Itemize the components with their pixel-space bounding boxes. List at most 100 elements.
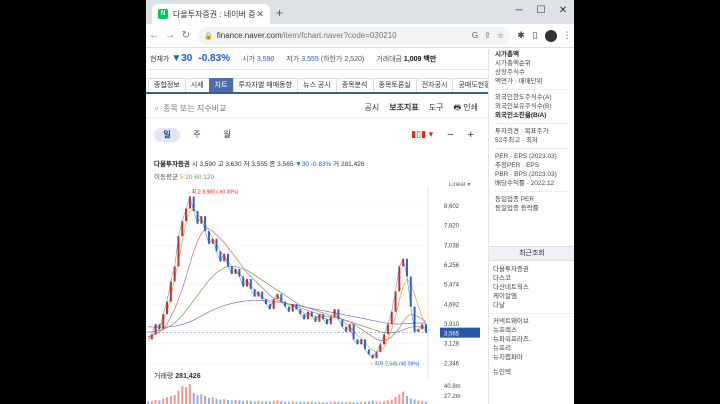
open-price: 시가 3,590 <box>242 55 275 63</box>
recent-item[interactable]: 뉴프리 <box>489 344 574 353</box>
info-item: 시가총액순위 <box>495 60 531 67</box>
browser-tab[interactable]: N 다올투자증권 : 네이버 증권 ✕ <box>152 4 270 24</box>
max-price-annotation: ↓ 최고 8,980 (-60.30%) <box>188 189 239 196</box>
info-item: 상장주식수 <box>495 69 525 76</box>
recent-item[interactable]: 다날 <box>489 301 574 310</box>
compare-search-input[interactable] <box>163 104 274 113</box>
profile-avatar[interactable] <box>545 29 557 42</box>
current-price-label: 3,565 <box>444 332 460 338</box>
sidepanel-icon[interactable]: ▯ <box>528 30 542 41</box>
forward-icon[interactable]: → <box>162 30 178 41</box>
recent-item[interactable]: 뉴지랩파마 <box>489 353 574 362</box>
low-price: 저가 3,555 (하한가 2,520) <box>286 55 365 63</box>
maximize-button[interactable]: ☐ <box>530 0 552 24</box>
period-week[interactable]: 주 <box>184 128 210 142</box>
tab-discussion[interactable]: 종목토론실 <box>372 78 417 92</box>
market-cap-section: 시가총액 시가총액순위 상장주식수 액면가 · 매매단위 외국인한도주식수(A)… <box>489 48 574 215</box>
tools-button[interactable]: 도구 <box>429 102 444 116</box>
recent-item[interactable]: 다산네트웍스 <box>489 283 574 292</box>
change-rate: -0.83% <box>198 53 231 64</box>
volume-bar <box>192 392 195 404</box>
volume-bar <box>181 386 184 404</box>
omnibox-icons: G ⇪ ☆ <box>472 31 504 40</box>
y-tick-label: 4,692 <box>444 302 460 308</box>
url-input[interactable]: 🔒 finance.naver.com/item/fchart.naver?co… <box>198 26 510 45</box>
recent-item[interactable]: 뉴파워프라즈.. <box>489 335 574 344</box>
new-tab-button[interactable]: + <box>276 6 283 20</box>
google-icon[interactable]: G <box>472 31 478 40</box>
info-item[interactable]: 동일업종 등락률 <box>495 204 568 213</box>
tab-news[interactable]: 뉴스 공시 <box>297 78 337 92</box>
tab-analysis[interactable]: 종목분석 <box>335 78 374 92</box>
volume-label-row: 거래량 281,426 <box>154 373 201 380</box>
candle-type-icon[interactable]: ▮▯▮ ▾ <box>411 129 433 141</box>
recent-item[interactable]: 케이알엠 <box>489 292 574 301</box>
price-change: ▼30 <box>171 53 193 64</box>
volume-bar <box>390 399 393 404</box>
info-item: 외국인보유주식수(B) <box>495 103 552 110</box>
back-icon[interactable]: ← <box>146 30 162 41</box>
recent-item[interactable]: 뉴인텍 <box>489 368 574 377</box>
tab-chart[interactable]: 차트 <box>208 78 234 92</box>
y-tick-label: 2,346 <box>444 361 460 367</box>
print-icon: 🖶 <box>453 102 462 112</box>
info-item[interactable]: 동일업종 PER <box>495 195 568 204</box>
share-icon[interactable]: ⇪ <box>484 31 491 40</box>
price-chart[interactable]: Linear ▾ 8,602 7,820 7,038 6,256 5,474 4,692 3,… <box>146 176 488 404</box>
volume-bar <box>188 384 191 404</box>
recent-item[interactable]: 다스코 <box>489 274 574 283</box>
divider <box>495 123 568 124</box>
tab-close-icon[interactable]: ✕ <box>256 9 264 20</box>
search-icon: ⌕ <box>154 103 160 113</box>
recent-item[interactable]: 뉴프렉스 <box>489 326 574 335</box>
zoom-out-icon[interactable]: − <box>447 129 453 141</box>
recent-item[interactable]: 다올투자증권 <box>489 265 574 274</box>
volume-bar <box>173 395 176 404</box>
close-window-button[interactable]: ✕ <box>552 0 574 24</box>
y-tick-label: 7,038 <box>444 243 460 249</box>
info-item[interactable]: 추정PER · EPS <box>495 161 568 170</box>
zoom-in-icon[interactable]: + <box>468 129 474 141</box>
tab-investor[interactable]: 투자자별 매매동향 <box>232 78 299 92</box>
info-item[interactable]: PBR · BPS (2023.03) <box>495 170 568 179</box>
indicator-button[interactable]: 보조지표 <box>389 102 418 116</box>
bookmark-star-icon[interactable]: ☆ <box>497 31 504 40</box>
stock-info-sidebar: 시가총액 시가총액순위 상장주식수 액면가 · 매매단위 외국인한도주식수(A)… <box>488 48 574 404</box>
ohlc-info: 다올투자증권 시 3,590 고 3,630 저 3,555 종 3,565 ▼… <box>154 161 365 168</box>
volume-bar <box>226 400 229 404</box>
chart-controls: ▮▯▮ ▾ − + <box>411 129 474 141</box>
tab-quote[interactable]: 시세 <box>184 78 210 92</box>
extensions-icon[interactable]: ✱ <box>514 30 528 41</box>
tab-disclosure[interactable]: 전자공시 <box>415 78 454 92</box>
lock-icon[interactable]: 🔒 <box>204 32 213 40</box>
price-chart-svg[interactable]: Linear ▾ 8,602 7,820 7,038 6,256 5,474 4,692 3,… <box>146 176 488 404</box>
chart-toolbar: ⌕ 공시 보조지표 도구 🖶 인쇄 <box>146 100 488 118</box>
minimize-button[interactable]: ─ <box>508 0 530 24</box>
info-item[interactable]: PER · EPS (2023.03) <box>495 152 568 161</box>
print-button[interactable]: 🖶 인쇄 <box>453 102 478 116</box>
tab-bar: N 다올투자증권 : 네이버 증권 ✕ + ─ ☐ ✕ <box>146 0 574 24</box>
disclosure-button[interactable]: 공시 <box>365 102 380 116</box>
stock-summary-bar: 현재가 ▼30 -0.83% 시가 3,590 저가 3,555 (하한가 2,… <box>146 48 488 70</box>
volume-bar <box>200 394 203 404</box>
volume-bar <box>230 400 233 404</box>
period-day[interactable]: 일 <box>154 128 180 142</box>
tab-title: 다올투자증권 : 네이버 증권 <box>173 9 257 19</box>
tab-summary[interactable]: 종합정보 <box>148 78 186 92</box>
page-content: 현재가 ▼30 -0.83% 시가 3,590 저가 3,555 (하한가 2,… <box>146 48 497 404</box>
info-item[interactable]: 배당수익률 · 2022.12 <box>495 179 568 188</box>
info-item: 52주최고 · 최저 <box>495 137 538 144</box>
reload-icon[interactable]: ↻ <box>178 30 194 41</box>
info-item: 투자의견 · 목표주가 <box>495 128 549 135</box>
menu-kebab-icon[interactable]: ⋮ <box>560 30 574 41</box>
volume-bar <box>211 397 214 404</box>
period-month[interactable]: 월 <box>214 128 240 142</box>
divider <box>495 89 568 90</box>
volume-bar <box>409 398 412 404</box>
browser-window: N 다올투자증권 : 네이버 증권 ✕ + ─ ☐ ✕ ← → ↻ 🔒 fina… <box>146 0 574 404</box>
recent-item[interactable]: 커넥트웨이브 <box>489 317 574 326</box>
scale-type-label: Linear ▾ <box>449 182 470 188</box>
y-tick-label: 6,256 <box>444 263 460 269</box>
volume-bar <box>413 399 416 404</box>
chart-tools: 공시 보조지표 도구 🖶 인쇄 <box>365 102 478 116</box>
